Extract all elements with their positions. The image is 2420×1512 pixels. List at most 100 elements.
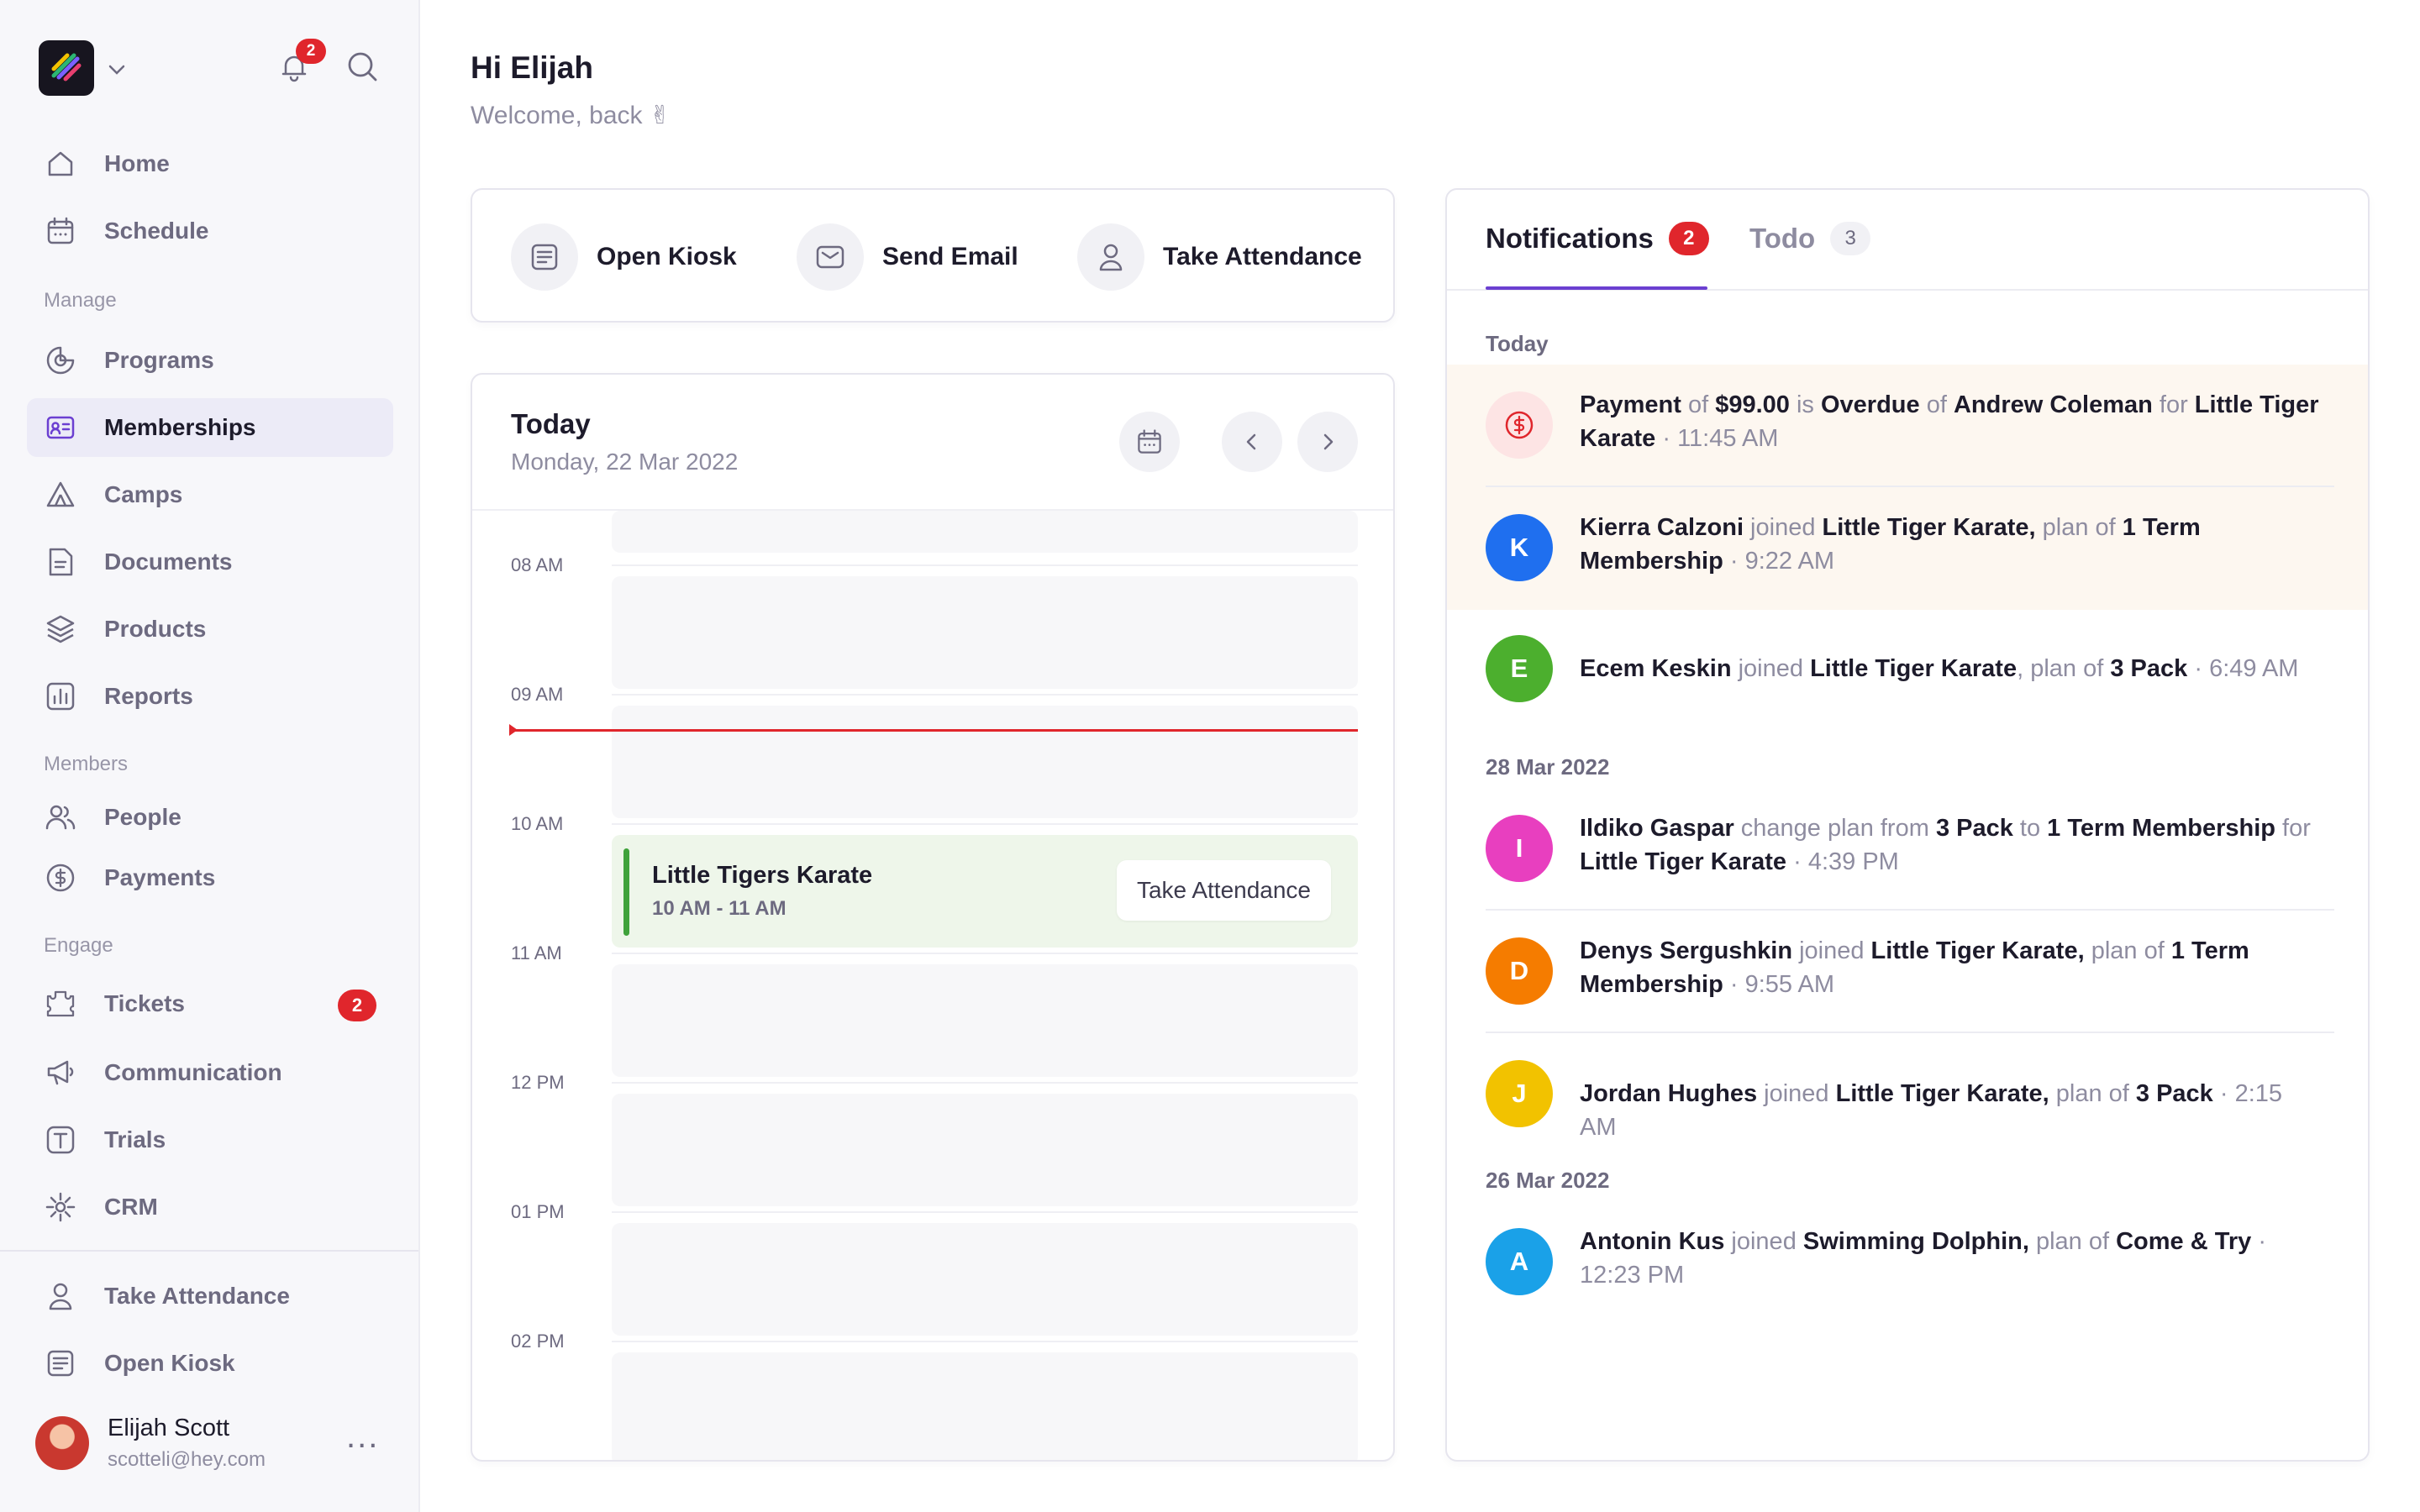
sidebar-item-schedule[interactable]: Schedule [27,202,393,260]
sidebar-item-camps[interactable]: Camps [27,465,393,524]
time-label: 01 PM [511,1201,565,1222]
sidebar-item-open-kiosk[interactable]: Open Kiosk [27,1334,393,1393]
sidebar-item-label: Tickets [104,990,185,1016]
send-email-button[interactable]: Send Email [797,223,1018,291]
take-attendance-button[interactable]: Take Attendance [1077,223,1362,291]
group-label-date: 26 Mar 2022 [1486,1168,1610,1193]
section-label-engage: Engage [44,934,113,957]
sidebar-item-label: Open Kiosk [104,1350,235,1376]
notification-time: 9:22 AM [1744,548,1835,575]
sidebar-item-memberships[interactable]: Memberships [27,398,393,457]
more-options-button[interactable]: ... [346,1420,379,1453]
tent-icon [44,478,77,512]
time-slot[interactable] [612,1094,1358,1206]
hour-line [612,953,1358,954]
quick-actions-card: Open Kiosk Send Email Take Attendance [471,188,1395,323]
notifications-card: Notifications 2 Todo 3 Today Payment of … [1445,188,2370,1462]
notification-time: 11:45 AM [1677,425,1779,452]
avatar: E [1486,635,1553,702]
current-time-marker [509,724,518,736]
sidebar-item-people[interactable]: People [27,788,393,847]
hour-line [612,564,1358,566]
group-label-date: 28 Mar 2022 [1486,754,1610,780]
hour-line [612,1082,1358,1084]
sidebar-item-documents[interactable]: Documents [27,533,393,591]
crm-icon [44,1190,77,1224]
layers-icon [44,612,77,646]
next-day-button[interactable] [1297,412,1358,472]
time-slot[interactable] [612,1223,1358,1336]
notification-text: Ildiko Gaspar change plan from 3 Pack to… [1580,815,2311,875]
sidebar-item-products[interactable]: Products [27,600,393,659]
sidebar-item-trials[interactable]: Trials [27,1110,393,1169]
chevron-right-icon [1316,430,1339,454]
tab-label: Notifications [1486,223,1654,254]
chevron-left-icon [1240,430,1264,454]
time-slot[interactable] [612,706,1358,818]
event-title: Little Tigers Karate [652,862,873,889]
schedule-event[interactable]: Little Tigers Karate 10 AM - 11 AM Take … [612,835,1358,948]
ticket-icon [44,987,77,1021]
avatar: K [1486,514,1553,581]
time-label: 09 AM [511,684,564,705]
sidebar-item-label: Products [104,616,207,642]
notification-text: Jordan Hughes joined Little Tiger Karate… [1580,1080,2283,1141]
sidebar-item-tickets[interactable]: Tickets 2 [27,974,393,1033]
user-name: Elijah Scott [108,1415,230,1441]
sidebar-item-take-attendance[interactable]: Take Attendance [27,1267,393,1326]
avatar: D [1486,937,1553,1005]
sidebar-item-label: People [104,804,182,830]
event-accent-bar [623,848,629,936]
sidebar-item-crm[interactable]: CRM [27,1178,393,1236]
sidebar-item-programs[interactable]: Programs [27,331,393,390]
sidebar-item-label: Communication [104,1059,282,1085]
home-icon [44,147,77,181]
open-kiosk-button[interactable]: Open Kiosk [511,223,737,291]
sidebar-item-label: Payments [104,864,216,890]
mail-icon [797,223,864,291]
previous-day-button[interactable] [1222,412,1282,472]
sidebar-item-payments[interactable]: Payments [27,848,393,907]
user-avatar[interactable] [35,1416,89,1470]
tab-notifications[interactable]: Notifications 2 [1486,222,1709,255]
programs-icon [44,344,77,377]
notification-text: Kierra Calzoni joined Little Tiger Karat… [1580,514,2201,575]
dollar-circle-icon [1486,391,1553,459]
sidebar-item-label: Camps [104,481,183,507]
notification-time: 9:55 AM [1744,971,1835,998]
schedule-date: Monday, 22 Mar 2022 [511,449,739,475]
kiosk-icon [511,223,578,291]
event-take-attendance-button[interactable]: Take Attendance [1116,860,1331,921]
notification-divider [1486,909,2334,911]
notification-count-badge: 2 [296,39,326,64]
welcome-message: Welcome, back ✌ [471,102,671,129]
sidebar-item-reports[interactable]: Reports [27,667,393,726]
tab-todo[interactable]: Todo 3 [1749,222,1871,255]
schedule-card: Today Monday, 22 Mar 2022 08 AM 09 AM 10… [471,373,1395,1462]
sidebar-item-label: Home [104,150,170,176]
sidebar-item-label: Trials [104,1126,166,1152]
current-time-indicator [511,729,1358,732]
time-slot[interactable] [612,964,1358,1077]
avatar: I [1486,815,1553,882]
hour-line [612,1341,1358,1342]
time-slot[interactable] [612,1352,1358,1460]
sidebar-item-home[interactable]: Home [27,134,393,193]
app-logo[interactable] [39,40,94,96]
tab-count-badge: 2 [1668,222,1709,255]
date-picker-button[interactable] [1119,412,1180,472]
section-label-members: Members [44,753,129,775]
page-greeting: Hi Elijah [471,50,593,85]
quick-action-label: Take Attendance [1163,243,1362,270]
calendar-icon [1134,427,1165,457]
notification-text: Ecem Keskin joined Little Tiger Karate, … [1580,655,2299,682]
time-slot[interactable] [612,576,1358,689]
chevron-down-icon[interactable] [106,59,128,81]
time-slot[interactable] [612,511,1358,553]
dollar-circle-icon [44,861,77,895]
notification-divider [1486,1032,2334,1033]
notification-time: 4:39 PM [1807,848,1899,875]
sidebar-item-label: Schedule [104,218,209,244]
search-icon[interactable] [345,49,380,84]
sidebar-item-communication[interactable]: Communication [27,1043,393,1102]
